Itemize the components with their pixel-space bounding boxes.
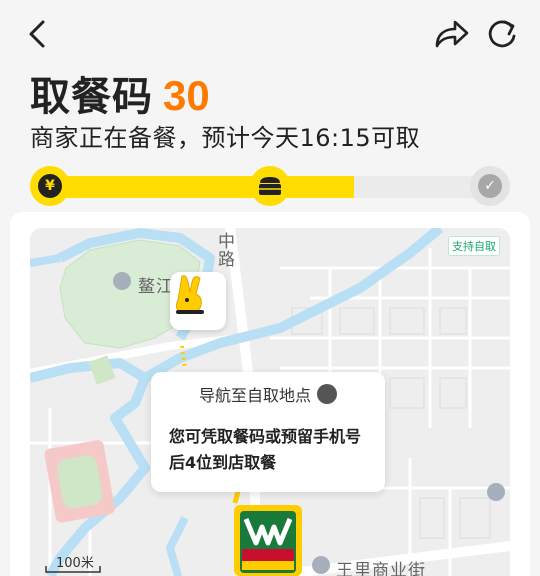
pickup-code-value: 30 [163,72,210,119]
food-box-icon [259,177,281,195]
store-logo-icon [234,505,302,576]
map-park-label: 鳌江 [138,277,174,297]
navigation-arrow-icon [152,383,337,404]
pickup-info-popup: 导航至自取地点 您可凭取餐码或预留手机号后4位到店取餐 [151,372,385,492]
chevron-left-icon [29,20,45,48]
share-icon [435,20,469,48]
progress-step-paid: ¥ [30,166,70,206]
map-street-label: 王里商业街 [336,561,426,576]
refresh-icon [488,20,516,48]
order-progress-bar: ¥ ✓ [30,164,510,208]
yen-icon: ¥ [38,174,62,198]
pickup-instruction-text: 您可凭取餐码或预留手机号后4位到店取餐 [169,427,362,472]
pickup-code-label: 取餐码 [30,74,153,120]
rider-mascot-icon [175,275,204,314]
map-scale: 100米 [44,552,102,576]
rider-location-marker[interactable] [170,272,226,330]
navigate-to-pickup-link[interactable]: 导航至自取地点 [151,382,385,406]
pickup-code-row: 取餐码 30 [30,64,210,120]
navigate-label: 导航至自取地点 [198,386,311,405]
progress-step-preparing [250,166,290,206]
map-road-label: 中路 [214,232,234,268]
progress-step-ready: ✓ [470,166,510,206]
top-bar [0,0,540,64]
share-button[interactable] [434,16,470,52]
store-map[interactable]: 支持自取 中路 鳌江 王里商业街 导航至自取地点 您可凭取餐码或预留手机号后4位… [30,228,510,576]
self-pickup-tag: 支持自取 [448,236,500,256]
store-location-marker[interactable] [232,503,304,576]
check-icon: ✓ [478,174,502,198]
progress-fill [40,176,354,198]
back-button[interactable] [20,16,56,52]
refresh-button[interactable] [484,16,520,52]
order-status-text: 商家正在备餐，预计今天16:15可取 [30,124,421,152]
